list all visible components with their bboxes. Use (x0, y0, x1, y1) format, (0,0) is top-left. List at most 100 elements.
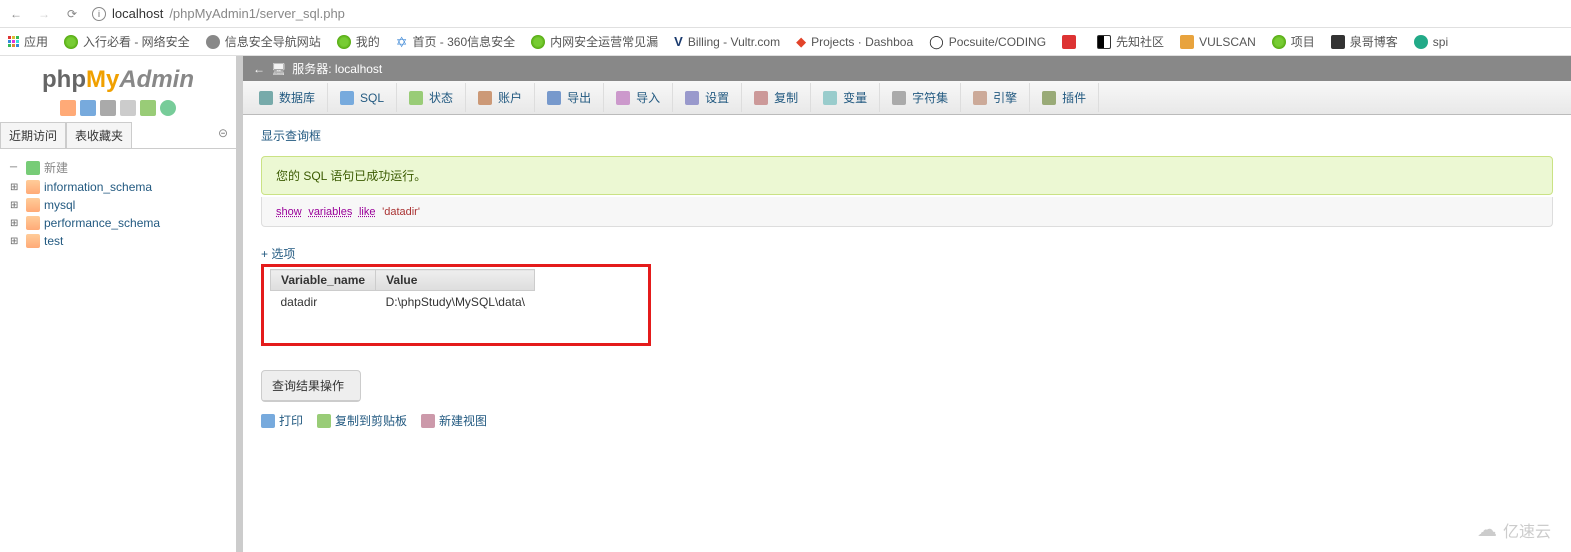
bookmark-item[interactable]: 入行必看 - 网络安全 (64, 33, 190, 50)
sql-icon[interactable] (120, 100, 136, 116)
sidebar-link-icon[interactable]: ⊝ (210, 122, 236, 148)
tab-import[interactable]: 导入 (604, 83, 673, 112)
server-label[interactable]: 服务器: localhost (292, 60, 382, 77)
bookmark-item[interactable]: spi (1414, 35, 1448, 49)
col-header[interactable]: Variable_name (271, 270, 376, 291)
tree-db-item[interactable]: ⊞performance_schema (4, 214, 232, 232)
tab-charset[interactable]: 字符集 (880, 83, 961, 112)
bookmark-item[interactable]: 泉哥博客 (1331, 33, 1398, 50)
tab-replication[interactable]: 复制 (742, 83, 811, 112)
apps-icon (8, 36, 19, 47)
favicon-icon (1414, 35, 1428, 49)
back-button[interactable]: ← (8, 6, 24, 22)
main-tabs: 数据库 SQL 状态 账户 导出 导入 设置 复制 变量 字符集 引擎 插件 (243, 81, 1571, 115)
favicon-icon (1272, 35, 1286, 49)
favicon-icon (206, 35, 220, 49)
tab-variables[interactable]: 变量 (811, 83, 880, 112)
address-bar[interactable]: i localhost/phpMyAdmin1/server_sql.php (92, 6, 1563, 21)
col-header[interactable]: Value (376, 270, 535, 291)
tab-settings[interactable]: 设置 (673, 83, 742, 112)
sidebar: phpMyAdmin 近期访问 表收藏夹 ⊝ ─ 新建 ⊞information… (0, 56, 237, 552)
db-tree: ─ 新建 ⊞information_schema ⊞mysql ⊞perform… (0, 149, 236, 258)
server-icon: 🖥 (271, 62, 286, 76)
cloud-icon: ☁ (1477, 517, 1497, 542)
sql-icon (340, 91, 354, 105)
nav-left-icon[interactable]: ← (253, 62, 265, 76)
bookmark-item[interactable]: VULSCAN (1180, 35, 1256, 49)
cell-value: D:\phpStudy\MySQL\data\ (376, 291, 535, 314)
favicon-icon (1097, 35, 1111, 49)
status-icon (409, 91, 423, 105)
bookmark-item[interactable]: VBilling - Vultr.com (674, 34, 780, 49)
tab-status[interactable]: 状态 (397, 83, 466, 112)
tree-db-item[interactable]: ⊞information_schema (4, 178, 232, 196)
tab-users[interactable]: 账户 (466, 83, 535, 112)
tab-engines[interactable]: 引擎 (961, 83, 1030, 112)
bookmark-item[interactable]: 信息安全导航网站 (206, 33, 321, 50)
tab-plugins[interactable]: 插件 (1030, 83, 1099, 112)
url-host: localhost (112, 6, 163, 21)
tree-new[interactable]: ─ 新建 (4, 157, 232, 178)
favicon-icon: V (674, 34, 683, 49)
apps-button[interactable]: 应用 (8, 33, 48, 50)
table-header-row: Variable_name Value (271, 270, 535, 291)
favicon-icon (1180, 35, 1194, 49)
ops-title: 查询结果操作 (262, 371, 360, 401)
bookmark-item[interactable]: ✡首页 - 360信息安全 (396, 33, 515, 50)
new-db-icon (26, 161, 40, 175)
tab-export[interactable]: 导出 (535, 83, 604, 112)
database-icon (26, 216, 40, 230)
tab-fav[interactable]: 表收藏夹 (66, 122, 132, 148)
favicon-icon (1331, 35, 1345, 49)
tree-db-item[interactable]: ⊞test (4, 232, 232, 250)
main-panel: ← 🖥 服务器: localhost 数据库 SQL 状态 账户 导出 导入 设… (243, 56, 1571, 552)
table-row: datadir D:\phpStudy\MySQL\data\ (271, 291, 535, 314)
options-toggle[interactable]: + 选项 (261, 245, 295, 262)
print-icon (261, 414, 275, 428)
sidebar-quick-icons (0, 100, 236, 122)
site-info-icon[interactable]: i (92, 7, 106, 21)
view-icon (421, 414, 435, 428)
bookmark-item[interactable]: ◆Projects · Dashboa (796, 34, 913, 50)
database-icon (26, 180, 40, 194)
url-path: /phpMyAdmin1/server_sql.php (169, 6, 345, 21)
tab-recent[interactable]: 近期访问 (0, 122, 66, 148)
tree-db-item[interactable]: ⊞mysql (4, 196, 232, 214)
show-query-link[interactable]: 显示查询框 (261, 127, 321, 144)
favicon-icon: ◆ (796, 34, 806, 50)
forward-button[interactable]: → (36, 6, 52, 22)
cell-varname: datadir (271, 291, 376, 314)
bookmark-item[interactable]: 先知社区 (1097, 33, 1164, 50)
logout-icon[interactable] (80, 100, 96, 116)
browser-toolbar: ← → ⟳ i localhost/phpMyAdmin1/server_sql… (0, 0, 1571, 28)
bookmark-item[interactable]: 内网安全运营常见漏 (531, 33, 658, 50)
result-highlight-box: Variable_name Value datadir D:\phpStudy\… (261, 264, 651, 346)
tab-sql[interactable]: SQL (328, 83, 397, 112)
create-view-link[interactable]: 新建视图 (421, 412, 487, 429)
variables-icon (823, 91, 837, 105)
content-area: 显示查询框 您的 SQL 语句已成功运行。 show variables lik… (243, 115, 1571, 451)
reload-icon[interactable] (160, 100, 176, 116)
bookmark-item[interactable]: 我的 (337, 33, 380, 50)
import-icon (616, 91, 630, 105)
plugin-icon (1042, 91, 1056, 105)
result-table: Variable_name Value datadir D:\phpStudy\… (270, 269, 535, 313)
bookmark-item[interactable] (1062, 35, 1081, 49)
watermark: ☁ 亿速云 (1477, 517, 1551, 542)
copy-clipboard-link[interactable]: 复制到剪贴板 (317, 412, 407, 429)
bookmark-item[interactable]: ◯Pocsuite/CODING (929, 34, 1046, 50)
bookmark-item[interactable]: 项目 (1272, 33, 1315, 50)
home-icon[interactable] (60, 100, 76, 116)
apps-label: 应用 (24, 33, 48, 50)
database-icon (26, 198, 40, 212)
tab-databases[interactable]: 数据库 (247, 83, 328, 112)
print-link[interactable]: 打印 (261, 412, 303, 429)
reload-button[interactable]: ⟳ (64, 6, 80, 22)
query-ops-box: 查询结果操作 (261, 370, 361, 402)
settings-icon[interactable] (140, 100, 156, 116)
logo[interactable]: phpMyAdmin (0, 56, 236, 100)
server-breadcrumb: ← 🖥 服务器: localhost (243, 56, 1571, 81)
app-container: phpMyAdmin 近期访问 表收藏夹 ⊝ ─ 新建 ⊞information… (0, 56, 1571, 552)
docs-icon[interactable] (100, 100, 116, 116)
engine-icon (973, 91, 987, 105)
